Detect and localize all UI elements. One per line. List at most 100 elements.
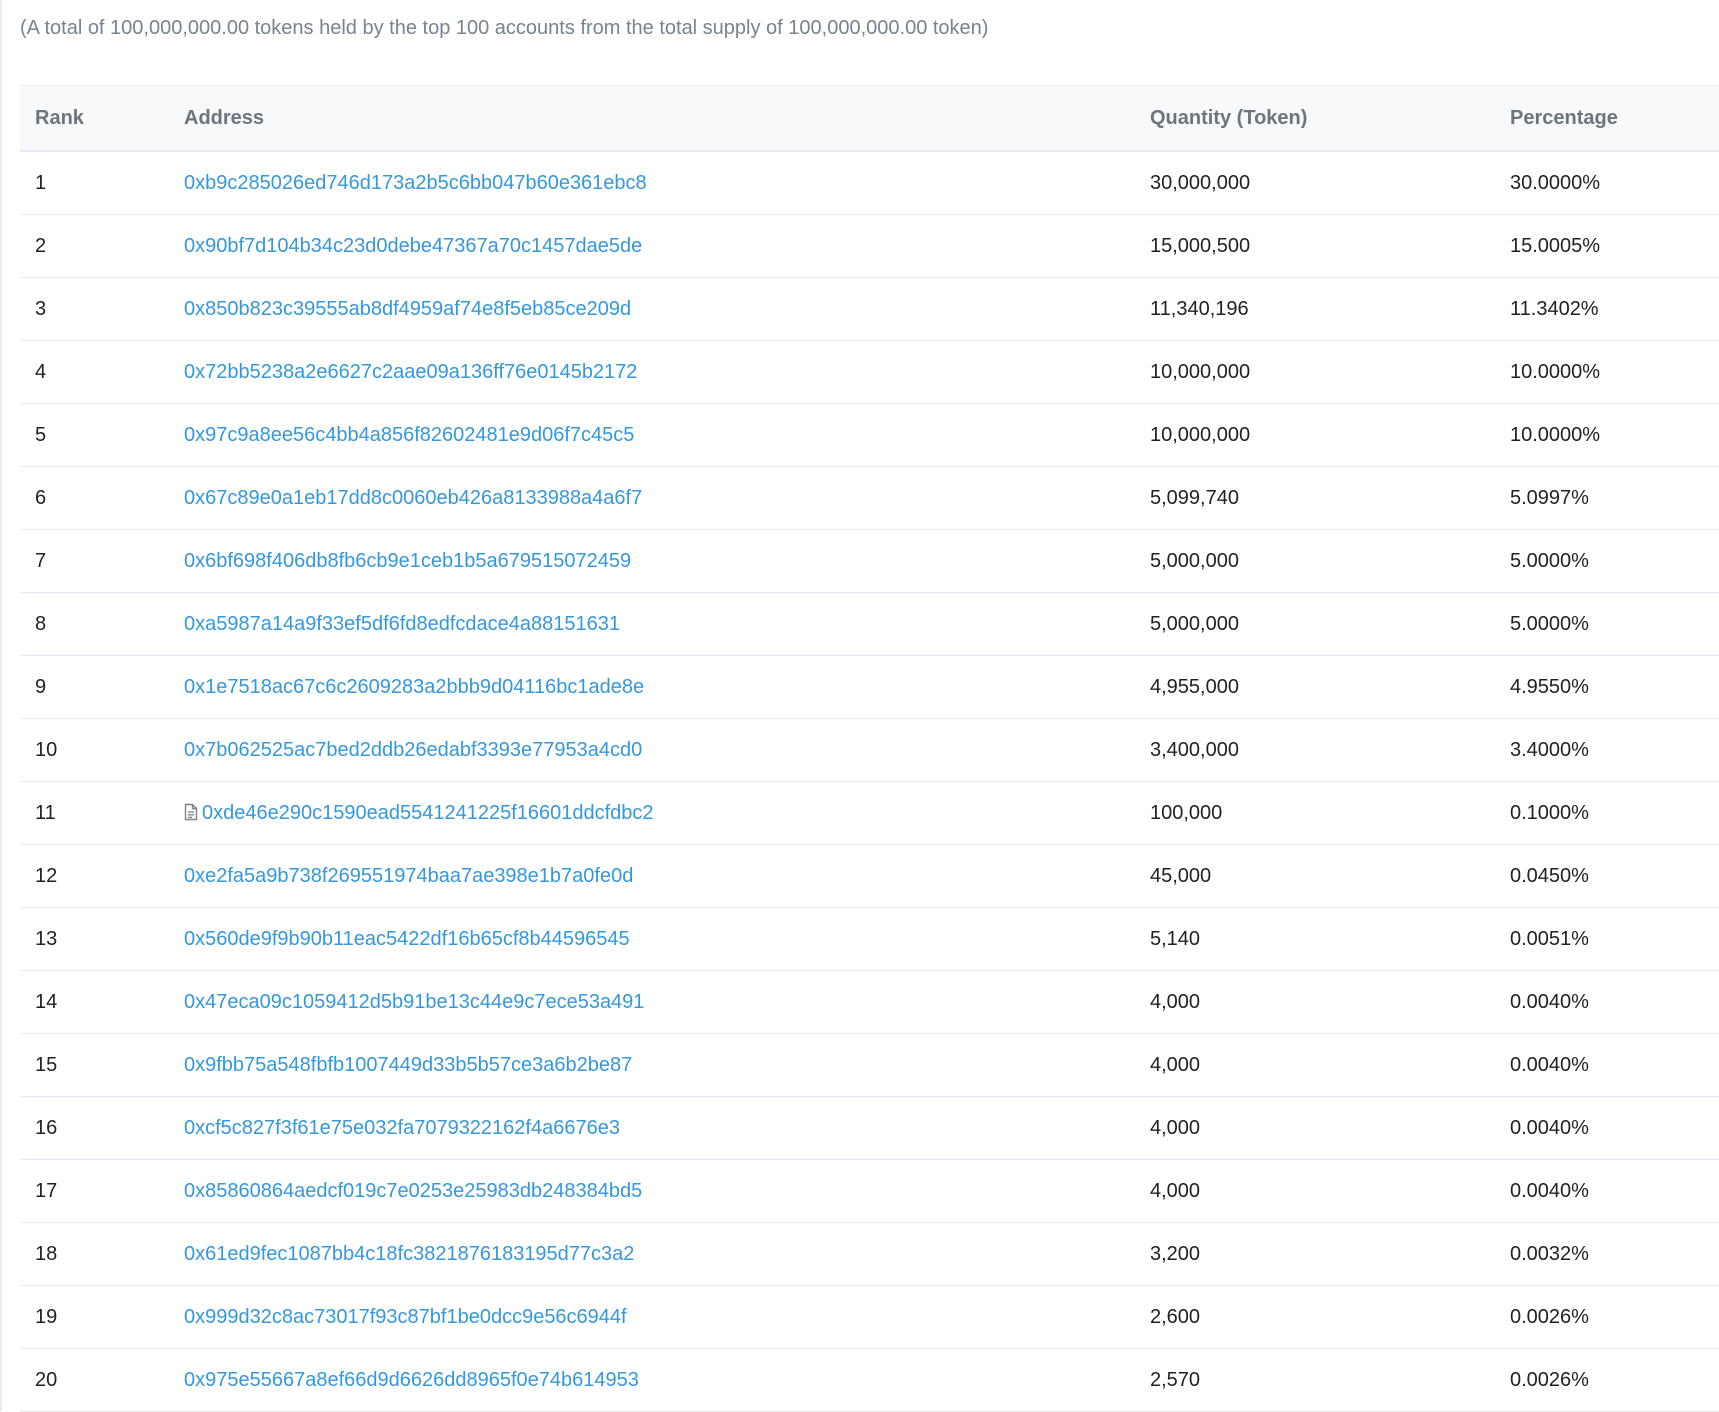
address-link[interactable]: 0x67c89e0a1eb17dd8c0060eb426a8133988a4a6… — [184, 487, 642, 509]
address-link[interactable]: 0x72bb5238a2e6627c2aae09a136ff76e0145b21… — [184, 361, 637, 383]
address-cell: 0x85860864aedcf019c7e0253e25983db248384b… — [184, 1159, 1150, 1223]
quantity-cell: 30,000,000 — [1150, 151, 1510, 215]
rank-cell: 2 — [20, 214, 184, 278]
rank-cell: 11 — [20, 781, 184, 845]
file-text-icon — [184, 803, 198, 821]
table-row: 11 0xde46e290c1590ead5541241225f16601ddc… — [20, 781, 1719, 845]
percentage-cell: 30.0000% — [1510, 151, 1719, 215]
rank-cell: 12 — [20, 844, 184, 908]
address-link[interactable]: 0x975e55667a8ef66d9d6626dd8965f0e74b6149… — [184, 1369, 639, 1391]
address-cell: 0x97c9a8ee56c4bb4a856f82602481e9d06f7c45… — [184, 403, 1150, 467]
column-header-quantity: Quantity (Token) — [1150, 85, 1510, 152]
percentage-cell: 5.0000% — [1510, 529, 1719, 593]
percentage-cell: 10.0000% — [1510, 403, 1719, 467]
table-row: 13 0x560de9f9b90b11eac5422df16b65cf8b445… — [20, 907, 1719, 971]
address-text: 0xa5987a14a9f33ef5df6fd8edfcdace4a881516… — [184, 612, 620, 635]
address-cell: 0x850b823c39555ab8df4959af74e8f5eb85ce20… — [184, 277, 1150, 341]
address-link[interactable]: 0x6bf698f406db8fb6cb9e1ceb1b5a6795150724… — [184, 550, 631, 572]
table-row: 14 0x47eca09c1059412d5b91be13c44e9c7ece5… — [20, 970, 1719, 1034]
percentage-cell: 10.0000% — [1510, 340, 1719, 404]
percentage-cell: 5.0000% — [1510, 592, 1719, 656]
address-link[interactable]: 0xcf5c827f3f61e75e032fa7079322162f4a6676… — [184, 1117, 620, 1139]
address-text: 0x97c9a8ee56c4bb4a856f82602481e9d06f7c45… — [184, 423, 635, 446]
address-text: 0xde46e290c1590ead5541241225f16601ddcfdb… — [202, 801, 654, 824]
address-link[interactable]: 0xde46e290c1590ead5541241225f16601ddcfdb… — [184, 802, 654, 824]
address-text: 0x90bf7d104b34c23d0debe47367a70c1457dae5… — [184, 234, 643, 257]
address-link[interactable]: 0x9fbb75a548fbfb1007449d33b5b57ce3a6b2be… — [184, 1054, 632, 1076]
percentage-cell: 0.0051% — [1510, 907, 1719, 971]
address-link[interactable]: 0x85860864aedcf019c7e0253e25983db248384b… — [184, 1180, 642, 1202]
address-cell: 0x1e7518ac67c6c2609283a2bbb9d04116bc1ade… — [184, 655, 1150, 719]
address-text: 0x975e55667a8ef66d9d6626dd8965f0e74b6149… — [184, 1368, 639, 1391]
address-text: 0xe2fa5a9b738f269551974baa7ae398e1b7a0fe… — [184, 864, 634, 887]
column-header-rank: Rank — [20, 85, 184, 152]
quantity-cell: 2,570 — [1150, 1348, 1510, 1412]
quantity-cell: 100,000 — [1150, 781, 1510, 845]
rank-cell: 10 — [20, 718, 184, 782]
address-link[interactable]: 0xe2fa5a9b738f269551974baa7ae398e1b7a0fe… — [184, 865, 633, 887]
rank-cell: 17 — [20, 1159, 184, 1223]
address-cell: 0x7b062525ac7bed2ddb26edabf3393e77953a4c… — [184, 718, 1150, 782]
table-row: 18 0x61ed9fec1087bb4c18fc3821876183195d7… — [20, 1222, 1719, 1286]
quantity-cell: 4,000 — [1150, 1159, 1510, 1223]
address-text: 0x67c89e0a1eb17dd8c0060eb426a8133988a4a6… — [184, 486, 643, 509]
address-cell: 0xcf5c827f3f61e75e032fa7079322162f4a6676… — [184, 1096, 1150, 1160]
address-link[interactable]: 0x1e7518ac67c6c2609283a2bbb9d04116bc1ade… — [184, 676, 644, 698]
address-link[interactable]: 0x47eca09c1059412d5b91be13c44e9c7ece53a4… — [184, 991, 644, 1013]
quantity-cell: 5,140 — [1150, 907, 1510, 971]
address-link[interactable]: 0xb9c285026ed746d173a2b5c6bb047b60e361eb… — [184, 172, 647, 194]
table-header-row: Rank Address Quantity (Token) Percentage — [20, 85, 1719, 152]
rank-cell: 5 — [20, 403, 184, 467]
percentage-cell: 5.0997% — [1510, 466, 1719, 530]
rank-cell: 20 — [20, 1348, 184, 1412]
address-cell: 0xa5987a14a9f33ef5df6fd8edfcdace4a881516… — [184, 592, 1150, 656]
address-text: 0x850b823c39555ab8df4959af74e8f5eb85ce20… — [184, 297, 632, 320]
address-link[interactable]: 0xa5987a14a9f33ef5df6fd8edfcdace4a881516… — [184, 613, 620, 635]
address-text: 0xb9c285026ed746d173a2b5c6bb047b60e361eb… — [184, 171, 647, 194]
percentage-cell: 15.0005% — [1510, 214, 1719, 278]
address-cell: 0x999d32c8ac73017f93c87bf1be0dcc9e56c694… — [184, 1285, 1150, 1349]
quantity-cell: 11,340,196 — [1150, 277, 1510, 341]
table-row: 8 0xa5987a14a9f33ef5df6fd8edfcdace4a8815… — [20, 592, 1719, 656]
percentage-cell: 3.4000% — [1510, 718, 1719, 782]
rank-cell: 7 — [20, 529, 184, 593]
address-text: 0x61ed9fec1087bb4c18fc3821876183195d77c3… — [184, 1242, 635, 1265]
quantity-cell: 10,000,000 — [1150, 340, 1510, 404]
address-link[interactable]: 0x7b062525ac7bed2ddb26edabf3393e77953a4c… — [184, 739, 642, 761]
percentage-cell: 0.0026% — [1510, 1348, 1719, 1412]
address-cell: 0xe2fa5a9b738f269551974baa7ae398e1b7a0fe… — [184, 844, 1150, 908]
address-cell: 0x560de9f9b90b11eac5422df16b65cf8b445965… — [184, 907, 1150, 971]
rank-cell: 1 — [20, 151, 184, 215]
address-link[interactable]: 0x850b823c39555ab8df4959af74e8f5eb85ce20… — [184, 298, 631, 320]
percentage-cell: 0.0026% — [1510, 1285, 1719, 1349]
table-row: 16 0xcf5c827f3f61e75e032fa7079322162f4a6… — [20, 1096, 1719, 1160]
address-link[interactable]: 0x97c9a8ee56c4bb4a856f82602481e9d06f7c45… — [184, 424, 634, 446]
address-link[interactable]: 0x560de9f9b90b11eac5422df16b65cf8b445965… — [184, 928, 630, 950]
percentage-cell: 0.0040% — [1510, 1159, 1719, 1223]
address-cell: 0x90bf7d104b34c23d0debe47367a70c1457dae5… — [184, 214, 1150, 278]
left-border — [0, 0, 2, 1411]
table-row: 2 0x90bf7d104b34c23d0debe47367a70c1457da… — [20, 214, 1719, 278]
address-cell: 0x72bb5238a2e6627c2aae09a136ff76e0145b21… — [184, 340, 1150, 404]
address-cell: 0x6bf698f406db8fb6cb9e1ceb1b5a6795150724… — [184, 529, 1150, 593]
percentage-cell: 0.0040% — [1510, 1096, 1719, 1160]
address-link[interactable]: 0x61ed9fec1087bb4c18fc3821876183195d77c3… — [184, 1243, 634, 1265]
table-row: 6 0x67c89e0a1eb17dd8c0060eb426a8133988a4… — [20, 466, 1719, 530]
address-link[interactable]: 0x999d32c8ac73017f93c87bf1be0dcc9e56c694… — [184, 1306, 627, 1328]
column-header-percentage: Percentage — [1510, 85, 1719, 152]
percentage-cell: 4.9550% — [1510, 655, 1719, 719]
address-text: 0xcf5c827f3f61e75e032fa7079322162f4a6676… — [184, 1116, 620, 1139]
quantity-cell: 5,000,000 — [1150, 529, 1510, 593]
rank-cell: 3 — [20, 277, 184, 341]
address-text: 0x7b062525ac7bed2ddb26edabf3393e77953a4c… — [184, 738, 643, 761]
rank-cell: 18 — [20, 1222, 184, 1286]
rank-cell: 13 — [20, 907, 184, 971]
quantity-cell: 3,200 — [1150, 1222, 1510, 1286]
rank-cell: 6 — [20, 466, 184, 530]
address-link[interactable]: 0x90bf7d104b34c23d0debe47367a70c1457dae5… — [184, 235, 642, 257]
percentage-cell: 0.0032% — [1510, 1222, 1719, 1286]
table-row: 9 0x1e7518ac67c6c2609283a2bbb9d04116bc1a… — [20, 655, 1719, 719]
quantity-cell: 15,000,500 — [1150, 214, 1510, 278]
quantity-cell: 45,000 — [1150, 844, 1510, 908]
quantity-cell: 4,000 — [1150, 1096, 1510, 1160]
